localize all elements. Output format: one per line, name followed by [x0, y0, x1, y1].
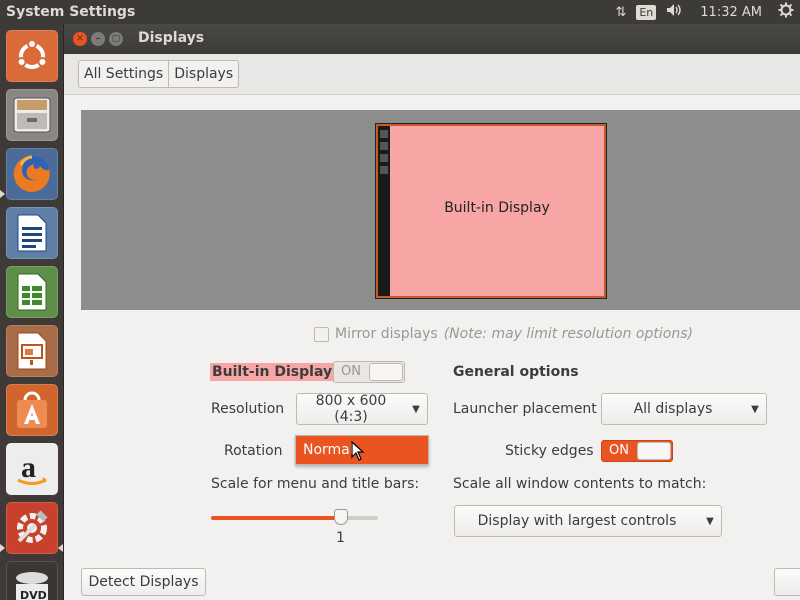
display-arrangement-area[interactable]: Built-in Display: [81, 110, 800, 310]
calc-icon[interactable]: [6, 266, 58, 318]
network-icon[interactable]: ⇅: [615, 5, 626, 20]
scale-slider-handle[interactable]: [334, 509, 349, 525]
toggle-knob: [369, 363, 403, 381]
launcher-placement-value: All displays: [633, 401, 713, 417]
files-icon[interactable]: [6, 89, 58, 141]
focused-indicator: [58, 544, 63, 552]
running-indicator: [0, 190, 5, 198]
window-title: Displays: [138, 30, 205, 46]
software-center-icon[interactable]: [6, 384, 58, 436]
svg-text:DVD: DVD: [20, 589, 47, 600]
breadcrumb: All Settings Displays: [78, 60, 240, 88]
minimize-icon[interactable]: –: [91, 32, 105, 46]
scale-all-combo[interactable]: Display with largest controls ▼: [454, 505, 722, 537]
sticky-edges-label: Sticky edges: [505, 443, 594, 459]
breadcrumb-displays[interactable]: Displays: [168, 61, 238, 87]
resolution-combo[interactable]: 800 x 600 (4:3) ▼: [296, 393, 428, 425]
monitor-built-in[interactable]: Built-in Display: [376, 124, 606, 298]
detect-displays-button[interactable]: Detect Displays: [81, 568, 206, 596]
window-titlebar[interactable]: ✕ – ▢ Displays: [64, 24, 800, 54]
apply-button-partial[interactable]: [774, 568, 800, 596]
monitor-label: Built-in Display: [444, 200, 550, 216]
indicator-area: ⇅ En 11:32 AM: [615, 0, 794, 24]
display-power-toggle[interactable]: ON: [333, 361, 405, 383]
top-panel: System Settings ⇅ En 11:32 AM: [0, 0, 800, 24]
sticky-edges-toggle-text: ON: [609, 443, 629, 458]
firefox-icon[interactable]: [6, 148, 58, 200]
svg-text:a: a: [21, 451, 36, 484]
monitor-launcher-preview: [378, 126, 390, 296]
scale-slider-fill: [211, 516, 342, 520]
mirror-displays-note: (Note: may limit resolution options): [443, 326, 693, 342]
running-indicator: [0, 544, 5, 552]
scale-label: Scale for menu and title bars:: [211, 476, 420, 492]
scale-slider[interactable]: [211, 516, 378, 520]
volume-icon[interactable]: [666, 3, 684, 21]
general-options-title: General options: [453, 364, 579, 380]
rotation-label: Rotation: [224, 443, 283, 459]
display-power-toggle-text: ON: [341, 364, 361, 379]
mirror-displays-label: Mirror displays: [335, 326, 438, 342]
chevron-down-icon: ▼: [751, 403, 759, 415]
display-name-label: Built-in Display: [210, 363, 335, 381]
launcher: a DVD: [0, 24, 64, 600]
keyboard-language-indicator[interactable]: En: [636, 4, 657, 20]
scale-all-value: Display with largest controls: [477, 513, 677, 529]
scale-all-label: Scale all window contents to match:: [453, 476, 707, 492]
writer-icon[interactable]: [6, 207, 58, 259]
chevron-down-icon: ▼: [706, 515, 714, 527]
toolbar: All Settings Displays: [64, 54, 800, 95]
close-icon[interactable]: ✕: [73, 32, 87, 46]
clock[interactable]: 11:32 AM: [700, 5, 762, 20]
mirror-displays-row: Mirror displays (Note: may limit resolut…: [314, 326, 693, 342]
dvd-icon[interactable]: DVD: [6, 561, 58, 600]
amazon-icon[interactable]: a: [6, 443, 58, 495]
power-gear-icon[interactable]: [778, 2, 794, 22]
scale-value: 1: [336, 530, 345, 546]
ubuntu-logo-icon[interactable]: [6, 30, 58, 82]
system-settings-icon[interactable]: [6, 502, 58, 554]
sticky-edges-toggle[interactable]: ON: [601, 440, 673, 462]
breadcrumb-all-settings[interactable]: All Settings: [79, 61, 168, 87]
launcher-placement-combo[interactable]: All displays ▼: [601, 393, 767, 425]
active-app-title: System Settings: [6, 4, 136, 20]
impress-icon[interactable]: [6, 325, 58, 377]
mouse-pointer-icon: [351, 441, 365, 461]
launcher-placement-label: Launcher placement: [453, 401, 597, 417]
resolution-value: 800 x 600 (4:3): [315, 393, 387, 425]
maximize-icon[interactable]: ▢: [109, 32, 123, 46]
chevron-down-icon: ▼: [412, 403, 420, 415]
toggle-knob: [637, 442, 671, 460]
resolution-label: Resolution: [211, 401, 285, 417]
mirror-displays-checkbox[interactable]: [314, 326, 329, 342]
